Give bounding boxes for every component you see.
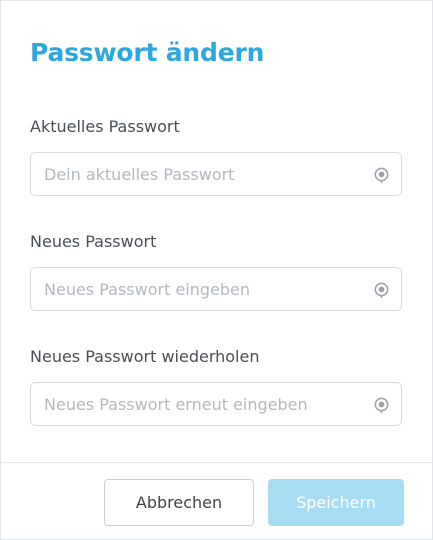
new-password-label: Neues Passwort bbox=[30, 232, 157, 251]
footer-divider bbox=[1, 462, 432, 463]
new-password-input[interactable] bbox=[31, 268, 361, 310]
repeat-password-field bbox=[30, 382, 402, 426]
save-button[interactable]: Speichern bbox=[268, 479, 404, 526]
eye-icon[interactable] bbox=[373, 281, 390, 298]
current-password-field bbox=[30, 152, 402, 196]
dialog-title: Passwort ändern bbox=[30, 38, 265, 67]
change-password-dialog: Passwort ändern Aktuelles Passwort Neues… bbox=[0, 0, 433, 540]
current-password-label: Aktuelles Passwort bbox=[30, 117, 180, 136]
repeat-password-input[interactable] bbox=[31, 383, 361, 425]
new-password-field bbox=[30, 267, 402, 311]
repeat-password-label: Neues Passwort wiederholen bbox=[30, 347, 260, 366]
current-password-input[interactable] bbox=[31, 153, 361, 195]
cancel-button[interactable]: Abbrechen bbox=[104, 479, 254, 526]
eye-icon[interactable] bbox=[373, 396, 390, 413]
eye-icon[interactable] bbox=[373, 166, 390, 183]
